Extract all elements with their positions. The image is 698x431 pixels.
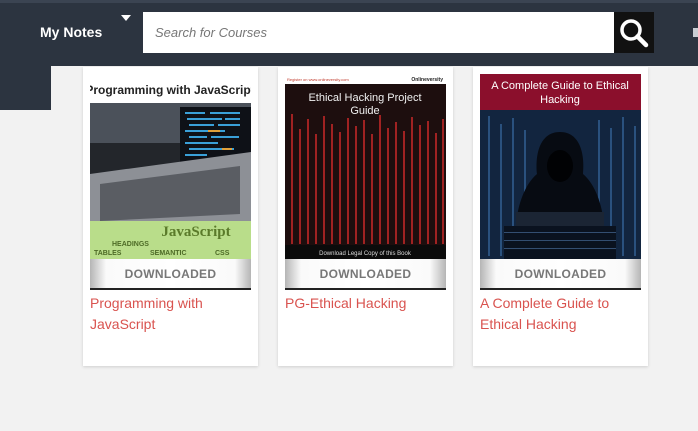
- cover-title-line: A Complete Guide to Ethical: [491, 80, 629, 92]
- cover-title-line: Guide: [350, 105, 379, 117]
- downloaded-badge: DOWNLOADED: [90, 259, 251, 290]
- cover-title-line: Hacking: [540, 94, 580, 106]
- course-card[interactable]: Register on www.onlineversity.com Online…: [278, 67, 453, 366]
- dropdown-caret-icon[interactable]: [121, 15, 131, 21]
- side-panel: [0, 66, 51, 110]
- course-card[interactable]: Programming with JavaScript JavaScript H…: [83, 67, 258, 366]
- cover-subtitle: JavaScript: [161, 224, 230, 240]
- course-title-link[interactable]: PG-Ethical Hacking: [285, 293, 446, 314]
- course-title-link[interactable]: A Complete Guide to Ethical Hacking: [480, 293, 641, 335]
- course-cover-image: Programming with JavaScript JavaScript H…: [90, 74, 251, 259]
- search-icon: [620, 18, 649, 47]
- cover-word: SEMANTIC: [150, 250, 187, 257]
- cover-word: HEADINGS: [112, 241, 149, 248]
- cover-word: CSS: [215, 250, 230, 257]
- course-cover-image: Register on www.onlineversity.com Online…: [285, 74, 446, 259]
- cover-title-line: Ethical Hacking Project: [308, 92, 421, 104]
- cover-word: TABLES: [94, 250, 122, 257]
- downloaded-badge: DOWNLOADED: [480, 259, 641, 290]
- my-notes-menu[interactable]: My Notes: [40, 24, 102, 40]
- course-title-link[interactable]: Programming with JavaScript: [90, 293, 251, 335]
- cover-brand: Onlineversity: [411, 77, 443, 83]
- course-cover-image: A Complete Guide to Ethical Hacking: [480, 74, 641, 259]
- course-card[interactable]: A Complete Guide to Ethical Hacking DOWN…: [473, 67, 648, 366]
- downloaded-badge: DOWNLOADED: [285, 259, 446, 290]
- search-input[interactable]: [143, 12, 614, 53]
- cover-footer: Download Legal Copy of this Book: [319, 251, 412, 257]
- cover-register-text: Register on www.onlineversity.com: [287, 77, 349, 82]
- cover-title: Programming with JavaScript: [90, 83, 251, 97]
- edge-icon: [693, 28, 698, 37]
- search-button[interactable]: [614, 12, 654, 53]
